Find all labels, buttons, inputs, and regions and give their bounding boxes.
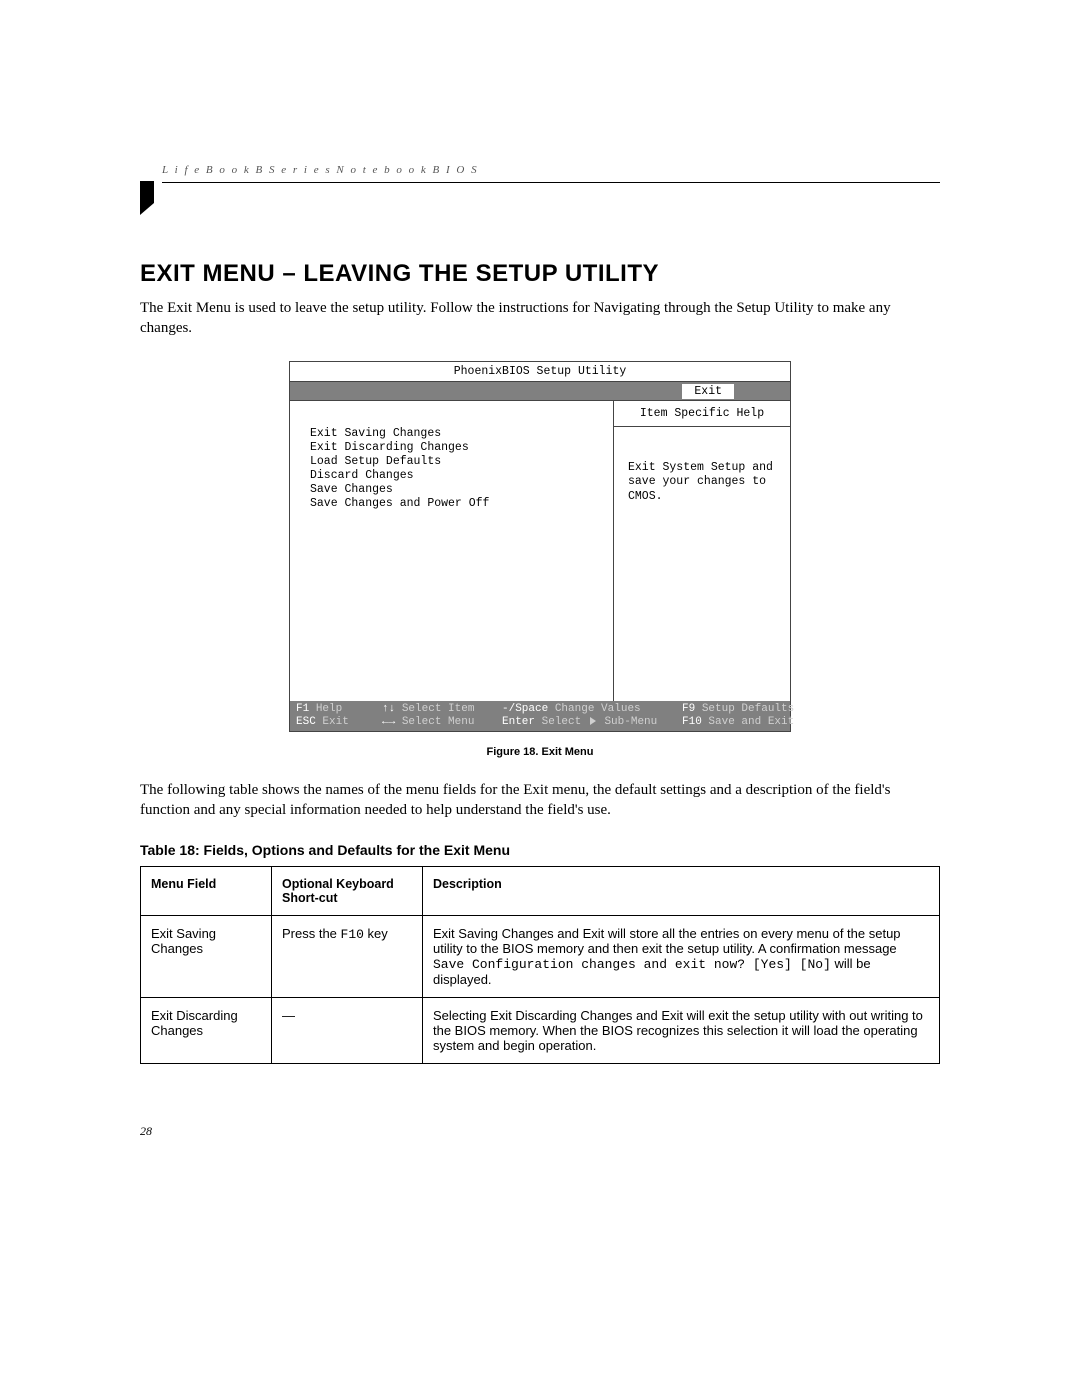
- cell-shortcut: Press the F10 key: [272, 916, 423, 998]
- text: Press the: [282, 926, 341, 941]
- bios-help-title: Item Specific Help: [614, 401, 790, 427]
- cell-description: Exit Saving Changes and Exit will store …: [423, 916, 940, 998]
- key-label: -/Space: [502, 703, 548, 715]
- key-action: Setup Defaults: [702, 703, 794, 715]
- key-action: Select Item: [402, 703, 475, 715]
- bios-menu-item: Discard Changes: [310, 469, 603, 482]
- table-header: Description: [423, 867, 940, 916]
- key-action: Help: [316, 703, 342, 715]
- after-figure-text: The following table shows the names of t…: [140, 780, 940, 821]
- text: Exit Saving Changes and Exit will store …: [433, 926, 901, 956]
- header-rule: [162, 182, 940, 183]
- table-header: Optional Keyboard Short-cut: [272, 867, 423, 916]
- key-label: ←→: [382, 716, 395, 728]
- key-label: Enter: [502, 716, 535, 728]
- bios-menu-item: Load Setup Defaults: [310, 455, 603, 468]
- cell-menu-field: Exit Saving Changes: [141, 916, 272, 998]
- text: —: [282, 1008, 295, 1023]
- bios-menu-item: Save Changes: [310, 483, 603, 496]
- key-action: Exit: [322, 716, 348, 728]
- key-action: Select Menu: [402, 716, 475, 728]
- cell-description: Selecting Exit Discarding Changes and Ex…: [423, 998, 940, 1064]
- bios-menubar: Exit: [290, 382, 790, 400]
- key-label: F9: [682, 703, 695, 715]
- section-intro: The Exit Menu is used to leave the setup…: [140, 298, 940, 339]
- table-row: Exit Saving Changes Press the F10 key Ex…: [141, 916, 940, 998]
- key-label: ↑↓: [382, 703, 395, 715]
- section-heading: EXIT MENU – LEAVING THE SETUP UTILITY: [140, 260, 940, 288]
- page-number: 28: [140, 1124, 940, 1139]
- cell-menu-field: Exit Discarding Changes: [141, 998, 272, 1064]
- text: key: [364, 926, 388, 941]
- bios-menu-item: Exit Saving Changes: [310, 427, 603, 440]
- key-action: Change Values: [555, 703, 641, 715]
- bios-help-panel: Item Specific Help Exit System Setup and…: [613, 401, 790, 701]
- key-action: Save and Exit: [708, 716, 794, 728]
- bios-menu-item: Save Changes and Power Off: [310, 497, 603, 510]
- bios-menu-list: Exit Saving Changes Exit Discarding Chan…: [290, 401, 613, 701]
- table-title: Table 18: Fields, Options and Defaults f…: [140, 842, 940, 858]
- bios-active-tab: Exit: [682, 384, 734, 399]
- table-row: Exit Discarding Changes — Selecting Exit…: [141, 998, 940, 1064]
- text: Selecting Exit Discarding Changes and Ex…: [433, 1008, 923, 1053]
- triangle-right-icon: [590, 717, 596, 725]
- running-head-bar: L i f e B o o k B S e r i e s N o t e b …: [140, 170, 940, 190]
- bios-screenshot: PhoenixBIOS Setup Utility Exit Exit Savi…: [289, 361, 791, 732]
- bios-help-body: Exit System Setup and save your changes …: [614, 427, 790, 516]
- bios-title: PhoenixBIOS Setup Utility: [290, 362, 790, 382]
- key-label: ESC: [296, 716, 316, 728]
- fields-table: Menu Field Optional Keyboard Short-cut D…: [140, 866, 940, 1064]
- tab-marker-icon: [140, 181, 156, 215]
- key-label: F1: [296, 703, 309, 715]
- figure-caption: Figure 18. Exit Menu: [140, 746, 940, 758]
- key-action: Sub-Menu: [604, 716, 657, 728]
- key-mono: F10: [341, 927, 364, 942]
- table-header: Menu Field: [141, 867, 272, 916]
- key-label: F10: [682, 716, 702, 728]
- bios-menu-item: Exit Discarding Changes: [310, 441, 603, 454]
- bios-footer: F1 Help ↑↓ Select Item -/Space Change Va…: [290, 701, 790, 731]
- mono-text: Save Configuration changes and exit now?…: [433, 957, 831, 972]
- running-head-text: L i f e B o o k B S e r i e s N o t e b …: [162, 164, 487, 176]
- cell-shortcut: —: [272, 998, 423, 1064]
- key-action: Select: [542, 716, 582, 728]
